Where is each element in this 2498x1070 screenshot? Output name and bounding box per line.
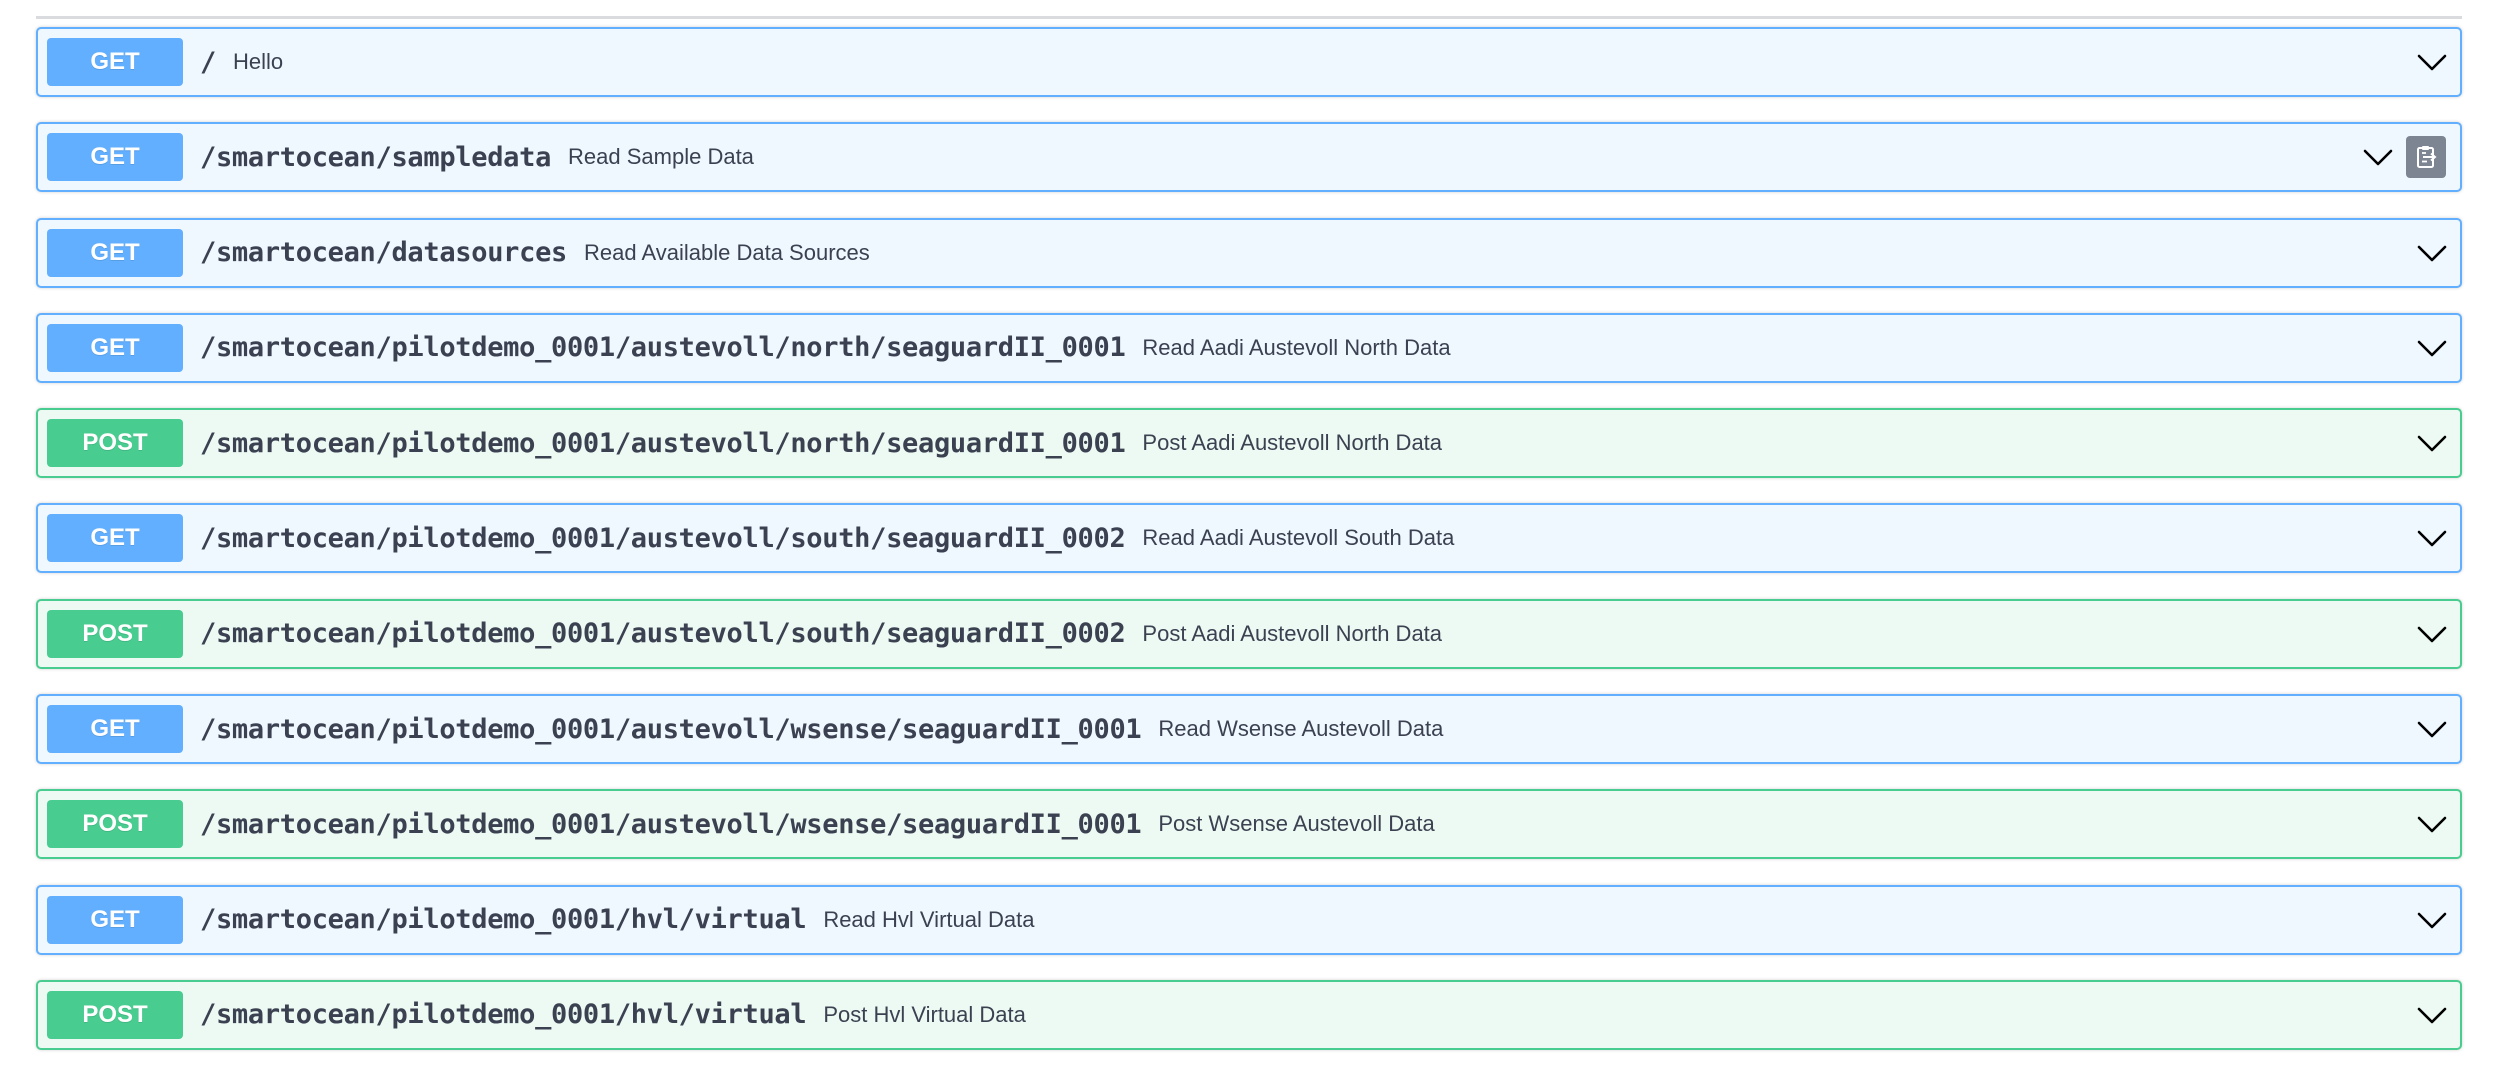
operation-summary: Read Hvl Virtual Data xyxy=(823,906,1035,932)
operation-summary: Read Aadi Austevoll South Data xyxy=(1142,525,1455,551)
operation-block[interactable]: GET /smartocean/datasources Read Availab… xyxy=(36,217,2462,288)
operations-list: GET / Hello GET /smartocean/sampledata R… xyxy=(36,27,2462,1070)
operation-summary: Hello xyxy=(232,49,284,74)
method-badge: POST xyxy=(47,990,183,1039)
operation-block[interactable]: GET / Hello xyxy=(36,27,2462,97)
method-badge: GET xyxy=(47,705,183,754)
section-divider xyxy=(36,16,2462,19)
operation-summary: Read Sample Data xyxy=(568,144,754,170)
chevron-down-icon[interactable] xyxy=(2414,902,2450,938)
method-badge: GET xyxy=(47,133,183,182)
api-docs-page: GET / Hello GET /smartocean/sampledata R… xyxy=(0,0,2498,1070)
operation-summary: Post Aadi Austevoll North Data xyxy=(1142,620,1443,646)
copy-to-clipboard-button[interactable] xyxy=(2406,136,2446,179)
operation-summary: Read Wsense Austevoll Data xyxy=(1158,716,1444,742)
chevron-down-icon[interactable] xyxy=(2414,997,2450,1033)
method-badge: GET xyxy=(47,895,183,944)
chevron-down-icon[interactable] xyxy=(2414,711,2450,747)
operation-summary: Read Available Data Sources xyxy=(583,239,870,265)
operation-path: /smartocean/pilotdemo_0001/austevoll/sou… xyxy=(200,522,1126,554)
chevron-down-icon[interactable] xyxy=(2414,425,2450,461)
clipboard-copy-icon xyxy=(2417,146,2437,169)
method-badge: GET xyxy=(47,514,183,563)
chevron-down-icon[interactable] xyxy=(2414,520,2450,556)
chevron-down-icon[interactable] xyxy=(2414,330,2450,366)
operation-summary: Post Wsense Austevoll Data xyxy=(1158,811,1435,837)
method-badge: GET xyxy=(47,38,183,86)
operation-path: /smartocean/pilotdemo_0001/austevoll/wse… xyxy=(200,808,1142,840)
operation-path: /smartocean/datasources xyxy=(200,237,567,269)
operation-path: /smartocean/pilotdemo_0001/hvl/virtual xyxy=(200,904,807,936)
operation-block[interactable]: POST /smartocean/pilotdemo_0001/austevol… xyxy=(36,789,2462,860)
operation-block[interactable]: GET /smartocean/pilotdemo_0001/hvl/virtu… xyxy=(36,884,2462,955)
method-badge: POST xyxy=(47,419,183,468)
method-badge: POST xyxy=(47,609,183,658)
operation-path: /smartocean/pilotdemo_0001/austevoll/wse… xyxy=(200,713,1142,745)
chevron-down-icon[interactable] xyxy=(2360,139,2396,175)
chevron-down-icon[interactable] xyxy=(2414,616,2450,652)
operation-block[interactable]: POST /smartocean/pilotdemo_0001/austevol… xyxy=(36,408,2462,479)
operation-path: /smartocean/pilotdemo_0001/austevoll/nor… xyxy=(200,427,1126,459)
operation-block[interactable]: POST /smartocean/pilotdemo_0001/hvl/virt… xyxy=(36,979,2462,1050)
method-badge: GET xyxy=(47,228,183,277)
chevron-down-icon[interactable] xyxy=(2414,235,2450,271)
operation-path: / xyxy=(200,46,216,78)
operation-summary: Post Hvl Virtual Data xyxy=(823,1001,1026,1027)
operation-summary: Read Aadi Austevoll North Data xyxy=(1142,334,1451,360)
operation-path: /smartocean/pilotdemo_0001/austevoll/nor… xyxy=(200,332,1126,364)
operation-block[interactable]: GET /smartocean/pilotdemo_0001/austevoll… xyxy=(36,694,2462,765)
operation-block[interactable]: GET /smartocean/pilotdemo_0001/austevoll… xyxy=(36,312,2462,383)
operation-block[interactable]: POST /smartocean/pilotdemo_0001/austevol… xyxy=(36,598,2462,669)
chevron-down-icon[interactable] xyxy=(2414,44,2450,80)
operation-block[interactable]: GET /smartocean/sampledata Read Sample D… xyxy=(36,122,2462,193)
operation-path: /smartocean/pilotdemo_0001/austevoll/sou… xyxy=(200,618,1126,650)
operation-summary: Post Aadi Austevoll North Data xyxy=(1142,430,1443,456)
operation-path: /smartocean/sampledata xyxy=(200,141,552,173)
method-badge: GET xyxy=(47,323,183,372)
operation-path: /smartocean/pilotdemo_0001/hvl/virtual xyxy=(200,999,807,1031)
method-badge: POST xyxy=(47,800,183,849)
operation-block[interactable]: GET /smartocean/pilotdemo_0001/austevoll… xyxy=(36,503,2462,574)
chevron-down-icon[interactable] xyxy=(2414,806,2450,842)
